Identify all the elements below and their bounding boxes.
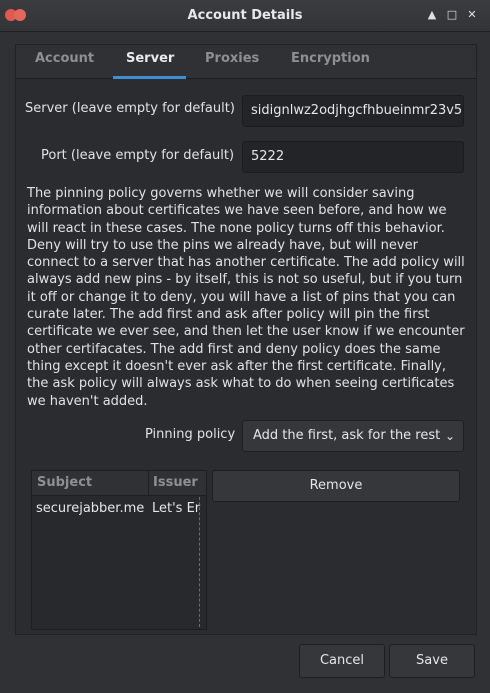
chevron-down-icon: ⌄ bbox=[444, 429, 455, 443]
port-input[interactable]: 5222 bbox=[242, 141, 464, 173]
pinning-policy-select[interactable]: Add the first, ask for the rest ⌄ bbox=[242, 420, 464, 452]
column-resize-guide bbox=[199, 497, 200, 627]
table-header: Subject Issuer bbox=[32, 471, 206, 496]
pins-table: Subject Issuer securejabber.me Let's Er bbox=[31, 470, 207, 630]
column-divider bbox=[148, 471, 149, 495]
window-title: Account Details bbox=[187, 8, 303, 23]
port-label: Port (leave empty for default) bbox=[41, 148, 235, 163]
tab-proxies[interactable]: Proxies bbox=[205, 51, 259, 66]
pinning-policy-label: Pinning policy bbox=[145, 427, 236, 442]
title-bar: Account Details ▲ □ ✕ bbox=[0, 0, 490, 32]
tab-encryption[interactable]: Encryption bbox=[291, 51, 370, 66]
active-tab-indicator bbox=[113, 76, 186, 79]
server-label: Server (leave empty for default) bbox=[25, 101, 235, 116]
cell-subject[interactable]: securejabber.me bbox=[36, 501, 144, 516]
column-header-subject[interactable]: Subject bbox=[37, 475, 92, 490]
arrow-up-icon[interactable]: ▲ bbox=[424, 8, 440, 22]
tab-server[interactable]: Server bbox=[126, 51, 174, 66]
settings-notebook: Account Server Proxies Encryption Server… bbox=[15, 44, 477, 635]
cancel-button[interactable]: Cancel bbox=[299, 644, 385, 678]
column-header-issuer[interactable]: Issuer bbox=[153, 475, 198, 490]
pinning-policy-value: Add the first, ask for the rest bbox=[253, 428, 441, 443]
cell-issuer[interactable]: Let's Er bbox=[152, 501, 200, 516]
tab-account[interactable]: Account bbox=[35, 51, 94, 66]
maximize-icon[interactable]: □ bbox=[444, 8, 460, 22]
server-input[interactable]: sidignlwz2odjhgcfhbueinmr23v5 bbox=[242, 95, 464, 127]
tab-bar: Account Server Proxies Encryption bbox=[16, 45, 476, 79]
remove-button[interactable]: Remove bbox=[212, 470, 460, 502]
save-button[interactable]: Save bbox=[389, 644, 475, 678]
account-details-window: Account Details ▲ □ ✕ Account Server Pro… bbox=[0, 0, 490, 693]
pinning-policy-description: The pinning policy governs whether we wi… bbox=[27, 186, 465, 409]
close-icon[interactable]: ✕ bbox=[464, 8, 480, 22]
